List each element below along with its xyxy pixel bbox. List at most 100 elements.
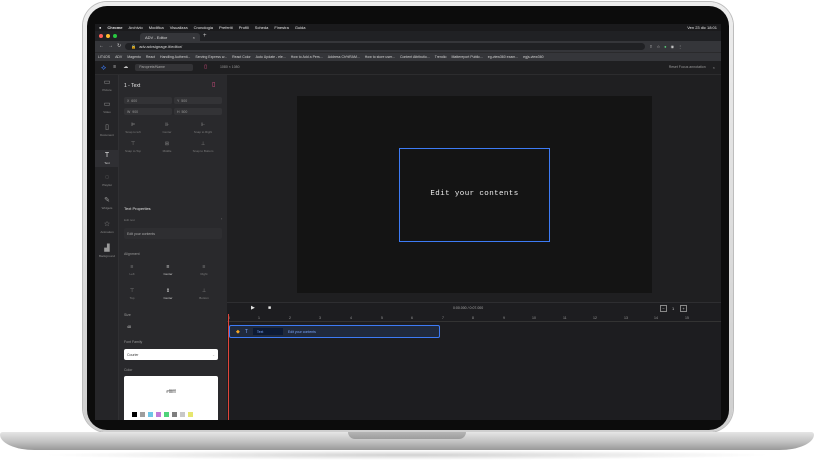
profile-icon[interactable]: ◉ (671, 44, 675, 49)
bookmark-item[interactable]: eg-view360 exam... (488, 55, 518, 59)
bookmark-item[interactable]: ADV (115, 55, 122, 59)
color-swatch[interactable] (172, 412, 177, 417)
snap-right-button[interactable]: ⊩ Snap to Right (188, 122, 218, 134)
menu-item[interactable]: Finestra (274, 25, 288, 30)
color-swatch[interactable] (140, 412, 145, 417)
snap-bottom-button[interactable]: ⊥ Snap to Bottom (188, 141, 218, 153)
bookmark-item[interactable]: How to Add a Pers... (291, 55, 323, 59)
menu-item[interactable]: Modifica (149, 25, 164, 30)
canvas-text[interactable]: Edit your contents (399, 190, 550, 198)
width-field[interactable]: W 900 (124, 108, 172, 115)
timeline-clip[interactable]: ◆ T Text Edit your contents (229, 325, 440, 338)
delete-element-icon[interactable]: ▯ (212, 81, 215, 88)
bookmark-item[interactable]: Address Ch%RAM... (328, 55, 360, 59)
menu-item[interactable]: Archivio (129, 25, 143, 30)
stop-icon[interactable]: ■ (268, 306, 271, 311)
menu-app-name[interactable]: Chrome (107, 25, 122, 30)
bookmark-item[interactable]: Serving Express w... (195, 55, 227, 59)
apple-icon[interactable]: ● (99, 25, 101, 30)
valign-center-button[interactable]: ⇕ Center (153, 288, 183, 300)
more-menu-icon[interactable]: ⋮ (678, 44, 682, 49)
timeline-ruler[interactable]: 0 1 2 3 4 5 6 7 8 9 10 11 12 13 14 15 (227, 315, 721, 322)
align-center-icon: ⊪ (164, 122, 170, 128)
text-align-center-button[interactable]: ≡ Center (153, 264, 183, 276)
bookmark-item[interactable]: Content Attributio... (400, 55, 430, 59)
reset-focus-label[interactable]: Reset Focus annotation (669, 65, 706, 70)
bookmark-item[interactable]: Handling Authenti... (160, 55, 190, 59)
sidebar-item-document[interactable]: ▯ Document (95, 124, 119, 137)
menu-item[interactable]: Profili (239, 25, 249, 30)
text-content-field[interactable]: Edit your contents (124, 228, 222, 239)
bookmark-item[interactable]: egjs-view360 (523, 55, 543, 59)
sidebar-item-widgets[interactable]: ✎ Widgets (95, 197, 119, 210)
height-field[interactable]: H 500 (174, 108, 222, 115)
collapse-icon[interactable]: ‹ (221, 216, 222, 221)
bookmark-item[interactable]: LIT4OS (98, 55, 110, 59)
browser-tab[interactable]: ADV - Editor × (140, 33, 200, 41)
sidebar-item-picture[interactable]: ▭ Picture (95, 79, 119, 92)
snap-center-button[interactable]: ⊪ Center (152, 122, 182, 134)
snap-top-button[interactable]: ⊤ Snap to Top (119, 141, 148, 153)
bookmark-item[interactable]: Magento (127, 55, 141, 59)
color-swatch[interactable] (156, 412, 161, 417)
valign-top-button[interactable]: ⊤ Top (119, 288, 147, 300)
bookmark-item[interactable]: Trendio (435, 55, 447, 59)
zoom-in-button[interactable]: + (680, 305, 687, 312)
size-field[interactable]: 48 (124, 322, 222, 331)
sidebar-item-video[interactable]: ▭ Video (95, 101, 119, 114)
menu-item[interactable]: Preferiti (219, 25, 233, 30)
bookmark-item[interactable]: Mattereport Public... (451, 55, 482, 59)
cloud-icon[interactable]: ☁ (123, 65, 128, 70)
color-swatch[interactable] (132, 412, 137, 417)
field-label: X (127, 98, 130, 103)
sidebar-item-background[interactable]: ▟ Background (95, 245, 119, 258)
color-swatch[interactable] (148, 412, 153, 417)
sidebar-item-animation[interactable]: ☆ Animation (95, 221, 119, 234)
sidebar-item-playlist[interactable]: ◌ Playlist (95, 174, 119, 187)
pos-y-field[interactable]: Y 500 (174, 97, 222, 104)
keyframe-icon[interactable]: ◆ (236, 329, 240, 335)
minimize-window-icon[interactable] (106, 34, 110, 38)
bookmark-star-icon[interactable]: ☆ (657, 44, 661, 49)
text-align-right-button[interactable]: ≡ Right (189, 264, 219, 276)
snap-left-button[interactable]: ⊫ Snap to left (119, 122, 148, 134)
button-label: Snap to left (125, 130, 141, 134)
maximize-window-icon[interactable] (113, 34, 117, 38)
bookmark-item[interactable]: How to store user... (365, 55, 395, 59)
bookmark-item[interactable]: Auto Update - ele... (256, 55, 286, 59)
sidebar-item-text[interactable]: T Text (95, 150, 119, 167)
delete-project-icon[interactable]: ▯ (204, 65, 207, 70)
color-swatch[interactable] (164, 412, 169, 417)
valign-bottom-button[interactable]: ⊥ Bottom (189, 288, 219, 300)
new-tab-icon[interactable]: + (203, 33, 207, 39)
font-family-select[interactable]: Courier ⌄ (124, 349, 218, 360)
color-picker[interactable]: #ffffff #ffffff (124, 376, 218, 420)
close-icon[interactable]: × (713, 65, 715, 70)
menu-item[interactable]: Guida (295, 25, 306, 30)
play-icon[interactable]: ▶ (251, 306, 255, 311)
bookmark-item[interactable]: React Color (232, 55, 250, 59)
clock[interactable]: Ven 23 dic 18:01 (687, 25, 717, 30)
menu-item[interactable]: Visualizza (170, 25, 188, 30)
snap-middle-button[interactable]: ⊞ Middle (152, 141, 182, 153)
forward-icon[interactable]: → (108, 44, 113, 49)
close-tab-icon[interactable]: × (193, 35, 195, 40)
playlist-icon: ◌ (104, 174, 110, 181)
text-align-left-button[interactable]: ≡ Left (119, 264, 147, 276)
address-bar[interactable]: 🔒 adv.advsignage.it/editor/ (125, 43, 646, 50)
menu-item[interactable]: Cronologia (194, 25, 213, 30)
color-swatch[interactable] (180, 412, 185, 417)
font-family-title: Font Family (124, 340, 143, 344)
menu-item[interactable]: Scheda (255, 25, 269, 30)
pos-x-field[interactable]: X 600 (124, 97, 172, 104)
zoom-out-button[interactable]: − (660, 305, 667, 312)
project-name-field[interactable]: Paroprete/Name (135, 64, 194, 71)
bookmark-item[interactable]: React (146, 55, 155, 59)
menu-icon[interactable]: ≡ (113, 65, 116, 70)
back-icon[interactable]: ← (99, 44, 104, 49)
color-swatch[interactable] (188, 412, 193, 417)
extension-icon[interactable]: ● (664, 44, 666, 49)
share-icon[interactable]: ⇪ (649, 44, 652, 49)
reload-icon[interactable]: ↻ (117, 44, 121, 49)
close-window-icon[interactable] (99, 34, 103, 38)
